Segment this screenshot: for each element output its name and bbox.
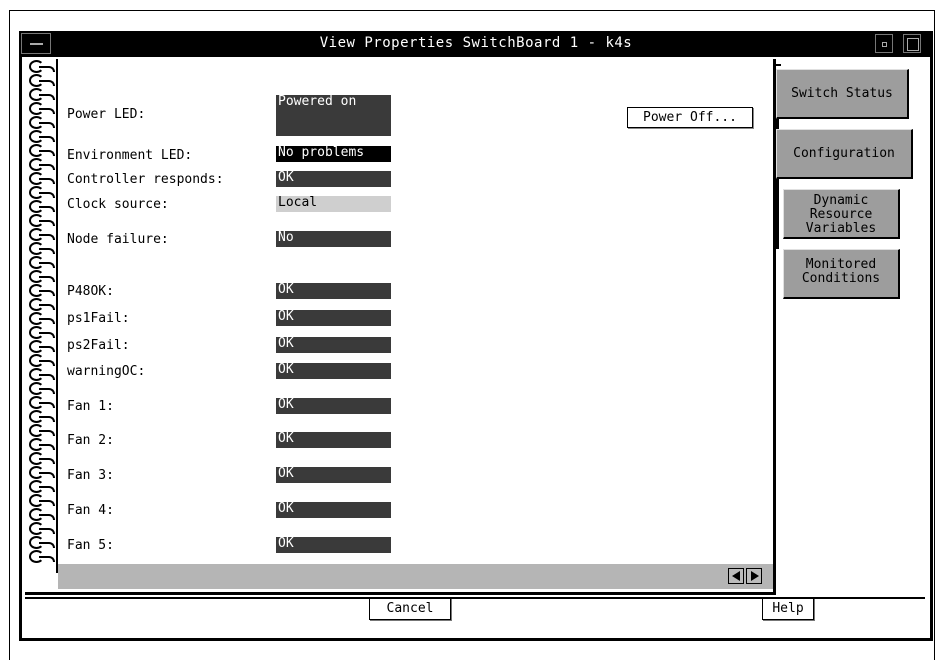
binding-ring — [27, 325, 55, 339]
warningoc-value: OK — [276, 363, 391, 380]
binding-ring — [27, 143, 55, 157]
environment-led-label: Environment LED: — [67, 148, 193, 163]
p48ok-label: P48OK: — [67, 284, 114, 299]
binding-ring — [27, 213, 55, 227]
node-failure-value: No — [276, 231, 391, 248]
fan-1-label: Fan 1: — [67, 399, 114, 414]
fan-5-value: OK — [276, 537, 391, 554]
minimize-icon[interactable] — [875, 34, 893, 53]
cancel-button[interactable]: Cancel — [369, 598, 451, 620]
window-bottom-edge — [19, 638, 933, 641]
controller-responds-label: Controller responds: — [67, 172, 224, 187]
fan-3-label: Fan 3: — [67, 468, 114, 483]
spiral-binding-icon — [25, 59, 57, 565]
notebook-tabs: Switch Status Configuration Dynamic Reso… — [776, 59, 926, 575]
binding-ring — [27, 283, 55, 297]
tab-dynamic-resource-variables[interactable]: Dynamic Resource Variables — [783, 189, 900, 239]
tab-configuration[interactable]: Configuration — [776, 129, 913, 179]
fan-2-value: OK — [276, 432, 391, 449]
binding-ring — [27, 493, 55, 507]
binding-ring — [27, 535, 55, 549]
fan-3-value: OK — [276, 467, 391, 484]
ps2fail-label: ps2Fail: — [67, 338, 130, 353]
binding-ring — [27, 297, 55, 311]
binding-ring — [27, 395, 55, 409]
binding-ring — [27, 451, 55, 465]
arrow-left-icon[interactable] — [728, 568, 744, 584]
window-right-edge — [930, 31, 933, 641]
binding-ring — [27, 507, 55, 521]
binding-ring — [27, 479, 55, 493]
tab-switch-status[interactable]: Switch Status — [776, 69, 909, 119]
binding-ring — [27, 549, 55, 563]
binding-ring — [27, 185, 55, 199]
binding-ring — [27, 437, 55, 451]
warningoc-label: warningOC: — [67, 364, 146, 379]
tab-tick — [776, 64, 781, 66]
fan-2-label: Fan 2: — [67, 433, 114, 448]
binding-ring — [27, 115, 55, 129]
binding-ring — [27, 269, 55, 283]
clock-source-label: Clock source: — [67, 197, 169, 212]
ps1fail-label: ps1Fail: — [67, 311, 130, 326]
window-title: View Properties SwitchBoard 1 - k4s — [319, 35, 633, 51]
tab-monitored-conditions[interactable]: Monitored Conditions — [783, 249, 900, 299]
binding-ring — [27, 87, 55, 101]
ps2fail-value: OK — [276, 337, 391, 354]
binding-ring — [27, 423, 55, 437]
binding-ring — [27, 255, 55, 269]
power-led-value: Powered on — [276, 95, 391, 137]
help-button[interactable]: Help — [762, 598, 814, 620]
binding-ring — [27, 199, 55, 213]
binding-ring — [27, 381, 55, 395]
fan-4-label: Fan 4: — [67, 503, 114, 518]
binding-ring — [27, 311, 55, 325]
binding-ring — [27, 409, 55, 423]
window-left-edge — [19, 31, 22, 641]
binding-ring — [27, 157, 55, 171]
binding-ring — [27, 59, 55, 73]
power-led-label: Power LED: — [67, 107, 146, 122]
controller-responds-value: OK — [276, 171, 391, 188]
binding-ring — [27, 73, 55, 87]
power-off-button[interactable]: Power Off... — [627, 107, 753, 128]
binding-ring — [27, 367, 55, 381]
p48ok-value: OK — [276, 283, 391, 300]
notebook-page: Power LED: Powered on Power Off... Envir… — [25, 59, 776, 595]
binding-ring — [27, 339, 55, 353]
binding-ring — [27, 101, 55, 115]
fan-1-value: OK — [276, 398, 391, 415]
binding-ring — [27, 129, 55, 143]
binding-ring — [27, 465, 55, 479]
binding-ring — [27, 521, 55, 535]
binding-ring — [27, 353, 55, 367]
binding-edge — [56, 59, 58, 573]
binding-ring — [27, 227, 55, 241]
properties-window: View Properties SwitchBoard 1 - k4s Powe… — [19, 31, 933, 643]
binding-ring — [27, 241, 55, 255]
binding-ring — [27, 171, 55, 185]
maximize-icon[interactable] — [903, 34, 921, 53]
arrow-right-icon[interactable] — [746, 568, 762, 584]
title-bar[interactable]: View Properties SwitchBoard 1 - k4s — [19, 31, 933, 57]
fan-5-label: Fan 5: — [67, 538, 114, 553]
clock-source-value: Local — [276, 196, 391, 213]
horizontal-scrollbar[interactable] — [58, 564, 773, 589]
ps1fail-value: OK — [276, 310, 391, 327]
environment-led-value: No problems — [276, 146, 391, 163]
node-failure-label: Node failure: — [67, 232, 169, 247]
fan-4-value: OK — [276, 502, 391, 519]
